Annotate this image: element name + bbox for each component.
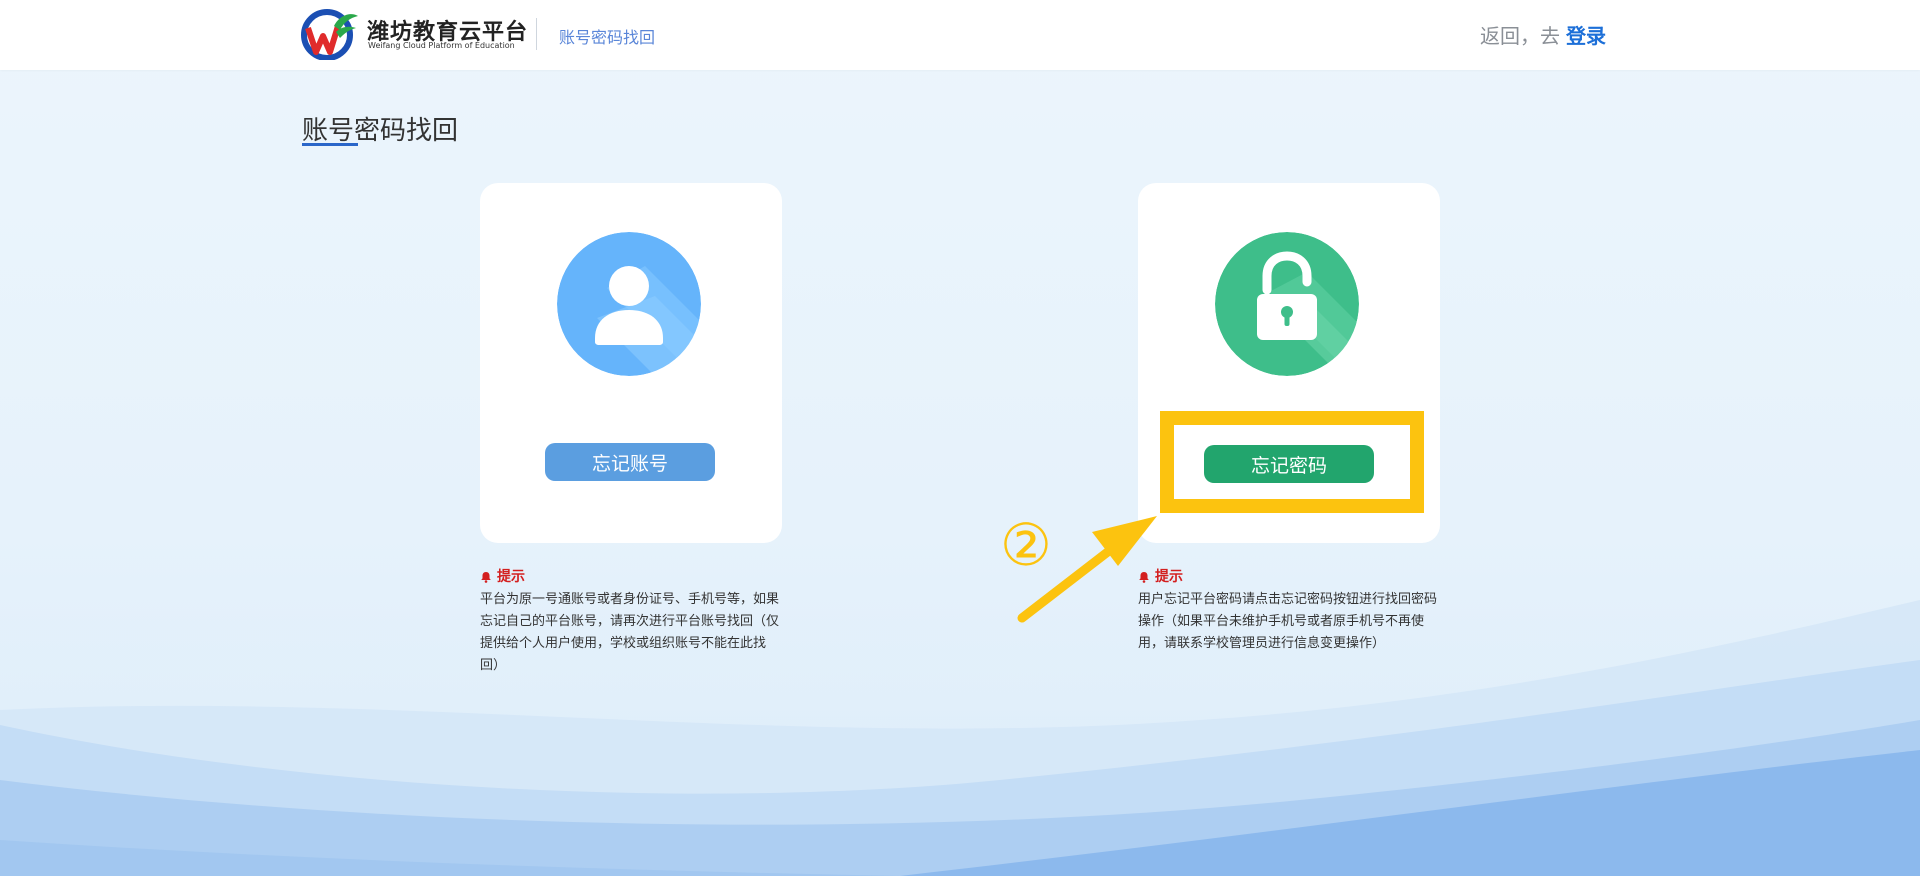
page-title: 账号密码找回 xyxy=(302,116,459,146)
brand-subtitle: Weifang Cloud Platform of Education xyxy=(368,41,515,50)
bell-icon xyxy=(481,572,491,583)
weifang-logo-icon xyxy=(301,9,358,60)
hint-header: 提示 xyxy=(480,566,780,588)
top-header: 潍坊教育云平台 Weifang Cloud Platform of Educat… xyxy=(0,0,1920,70)
annotation-highlight-box xyxy=(1160,411,1424,513)
login-link[interactable]: 登录 xyxy=(1566,24,1606,48)
forgot-account-card: 忘记账号 xyxy=(480,183,782,543)
back-login-area: 返回，去 登录 xyxy=(1480,20,1606,49)
page-title-underline xyxy=(302,143,358,146)
hint-title: 提示 xyxy=(1155,569,1183,585)
bell-icon xyxy=(1139,572,1149,583)
forgot-account-button[interactable]: 忘记账号 xyxy=(545,443,715,481)
user-icon xyxy=(557,232,701,376)
background-waves xyxy=(0,600,1920,876)
hint-title: 提示 xyxy=(497,569,525,585)
header-page-subtitle: 账号密码找回 xyxy=(559,28,656,47)
header-divider xyxy=(536,18,537,50)
unlock-icon xyxy=(1215,232,1359,376)
back-text: 返回，去 xyxy=(1480,24,1560,48)
hint-header: 提示 xyxy=(1138,566,1448,588)
